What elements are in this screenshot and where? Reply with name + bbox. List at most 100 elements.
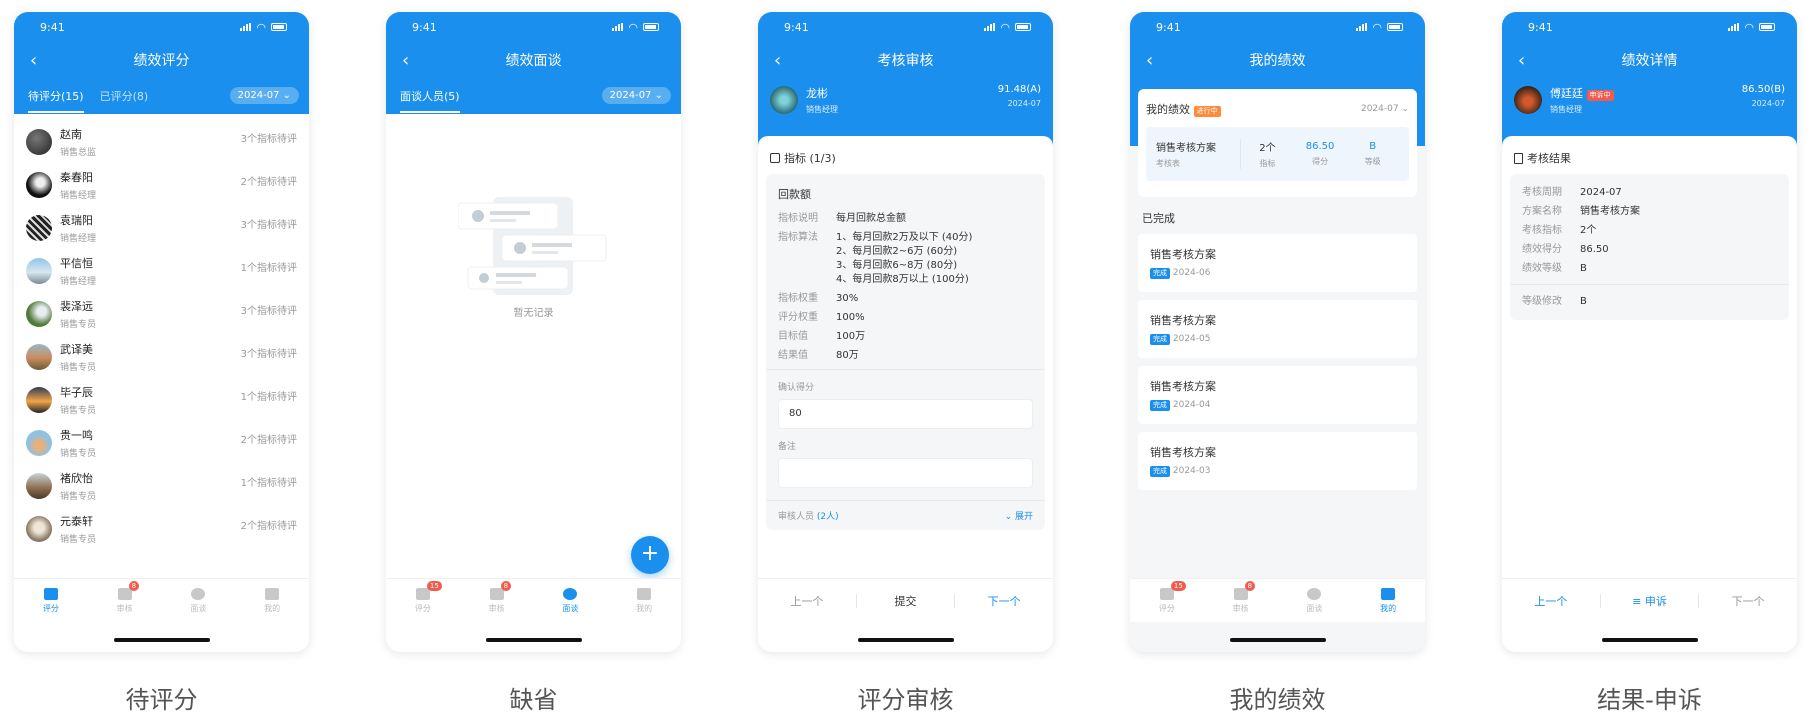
list-item[interactable]: 元泰轩 销售专员 2个指标待评: [14, 507, 309, 550]
back-icon[interactable]: ‹: [1146, 50, 1153, 71]
status-time: 9:41: [1156, 20, 1181, 34]
list-item[interactable]: 赵南 销售总监 3个指标待评: [14, 120, 309, 163]
list-item[interactable]: 平信恒 销售经理 1个指标待评: [14, 249, 309, 292]
pending-status: 3个指标待评: [240, 306, 297, 317]
tab-label: 审核: [116, 603, 133, 613]
status-bar: 9:41 ◠: [1502, 12, 1797, 42]
status-icons: ◠: [612, 21, 659, 34]
pending-status: 2个指标待评: [240, 435, 297, 446]
status-badge: 完成: [1150, 400, 1170, 411]
battery-icon: [271, 23, 287, 31]
date-value: 2024-07: [1360, 104, 1399, 114]
prev-button[interactable]: 上一个: [758, 593, 856, 609]
content: 指标 (1/3) 回款额 指标说明 每月回款总金额 指标算法 1、每月回款2万及以下…: [758, 136, 1053, 652]
chart-icon: [43, 587, 58, 600]
pending-status: 1个指标待评: [240, 263, 297, 274]
footer-actions: 上一个 提交 下一个: [758, 578, 1053, 622]
avatar: [1514, 86, 1542, 114]
status-time: 9:41: [40, 20, 65, 34]
back-icon[interactable]: ‹: [402, 50, 409, 71]
empty-text: 暂无记录: [513, 308, 554, 319]
design-board: 9:41 ◠ ‹ 绩效评分 待评分(15) 已评分(8) 2024-07 ⌄ 赵…: [0, 0, 1812, 719]
phone-my-performance: 9:41 ◠ ‹ 我的绩效 我的绩效 进行中 2024-07 ⌄ 销售考核方案: [1130, 12, 1425, 652]
caption: 评分审核: [857, 686, 954, 714]
tab-audit[interactable]: 8 审核: [1204, 579, 1278, 622]
notification-badge: 8: [128, 581, 140, 591]
history-item[interactable]: 销售考核方案 完成 2024-03: [1138, 432, 1417, 490]
tab-label: 评分: [42, 603, 59, 613]
page-title: 绩效评分: [133, 53, 190, 69]
date-picker[interactable]: 2024-07 ⌄: [229, 87, 299, 104]
prev-button[interactable]: 上一个: [1502, 593, 1600, 609]
list-item[interactable]: 褚欣怡 销售专员 1个指标待评: [14, 464, 309, 507]
page-title: 绩效详情: [1621, 53, 1678, 69]
list-item[interactable]: 裴泽远 销售专员 3个指标待评: [14, 292, 309, 335]
date-picker[interactable]: 2024-07 ⌄: [601, 87, 671, 104]
next-button[interactable]: 下一个: [955, 593, 1053, 609]
avatar: [26, 386, 52, 413]
add-button[interactable]: +: [631, 536, 669, 574]
employee-role: 销售经理: [60, 276, 97, 287]
date-picker[interactable]: 2024-07 ⌄: [1361, 104, 1409, 114]
back-icon[interactable]: ‹: [1518, 50, 1525, 71]
tab-interview[interactable]: 面谈: [1278, 579, 1352, 622]
user-name: 傅廷廷: [1550, 87, 1583, 100]
list-item[interactable]: 武译美 销售专员 3个指标待评: [14, 335, 309, 378]
list-item[interactable]: 贵一鸣 销售专员 2个指标待评: [14, 421, 309, 464]
field-row: 考核周期 2024-07: [1522, 186, 1777, 200]
wifi-icon: ◠: [1372, 20, 1382, 34]
list-item[interactable]: 毕子辰 销售专员 1个指标待评: [14, 378, 309, 421]
empty-illustration: [458, 197, 607, 295]
tab-score[interactable]: 15 评分: [386, 579, 460, 622]
pending-status: 3个指标待评: [240, 220, 297, 231]
list-item[interactable]: 秦春阳 销售经理 2个指标待评: [14, 163, 309, 206]
tab-interview[interactable]: 面谈: [534, 579, 608, 622]
history-item[interactable]: 销售考核方案 完成 2024-04: [1138, 366, 1417, 424]
navbar: ‹ 考核审核: [758, 42, 1053, 78]
user-header: 傅廷廷 申诉中 销售经理 86.50(B) 2024-07: [1502, 78, 1797, 122]
user-icon: [637, 587, 652, 600]
stat-label: 指标: [1259, 159, 1276, 168]
back-icon[interactable]: ‹: [774, 50, 781, 71]
tab-mine[interactable]: 我的: [235, 579, 309, 622]
appeal-button[interactable]: ≡ 申诉: [1601, 593, 1699, 609]
tab-pending[interactable]: 待评分(15): [28, 88, 84, 113]
field-value: 80万: [836, 350, 859, 361]
tab-score[interactable]: 评分: [14, 579, 88, 622]
plan-summary[interactable]: 销售考核方案 考核表 2个 指标 86.50 得分 B 等级: [1146, 127, 1409, 181]
field-value: 30%: [836, 293, 859, 304]
remark-input[interactable]: [778, 458, 1033, 488]
field-key: 评分权重: [778, 312, 818, 323]
confirm-label: 确认得分: [778, 383, 815, 393]
history-item[interactable]: 销售考核方案 完成 2024-05: [1138, 300, 1417, 358]
avatar: [770, 86, 798, 114]
tab-mine[interactable]: 我的: [607, 579, 681, 622]
field-value: 100%: [836, 312, 865, 323]
confirm-score-input[interactable]: 80: [778, 399, 1033, 429]
expand-button[interactable]: ⌄ 展开: [1005, 509, 1033, 522]
field-row: 目标值 100万: [778, 330, 1033, 344]
tab-audit[interactable]: 8 审核: [88, 579, 162, 622]
notification-badge: 8: [500, 581, 512, 591]
employee-role: 销售总监: [60, 147, 97, 158]
tab-label: 面谈: [190, 603, 207, 613]
employee-name: 元泰轩: [60, 514, 93, 528]
list-item[interactable]: 袁瑞阳 销售经理 3个指标待评: [14, 206, 309, 249]
submit-button[interactable]: 提交: [857, 593, 955, 609]
status-icons: ◠: [1728, 21, 1775, 34]
next-button[interactable]: 下一个: [1699, 593, 1797, 609]
field-key: 方案名称: [1522, 206, 1562, 217]
tab-scored[interactable]: 已评分(8): [100, 88, 149, 104]
tab-interviewees[interactable]: 面谈人员(5): [400, 88, 460, 113]
back-icon[interactable]: ‹: [30, 50, 37, 71]
header: 9:41 ◠ ‹ 考核审核 龙彬 销售经理 91.48(A) 2024-07: [758, 12, 1053, 152]
tab-label: 我的: [264, 603, 281, 613]
tab-mine[interactable]: 我的: [1351, 579, 1425, 622]
history-item[interactable]: 销售考核方案 完成 2024-06: [1138, 234, 1417, 292]
page-title: 绩效面谈: [505, 53, 562, 69]
signal-icon: [1728, 23, 1740, 31]
field-key: 绩效等级: [1522, 263, 1562, 274]
tab-interview[interactable]: 面谈: [162, 579, 236, 622]
tab-audit[interactable]: 8 审核: [460, 579, 534, 622]
tab-score[interactable]: 15 评分: [1130, 579, 1204, 622]
